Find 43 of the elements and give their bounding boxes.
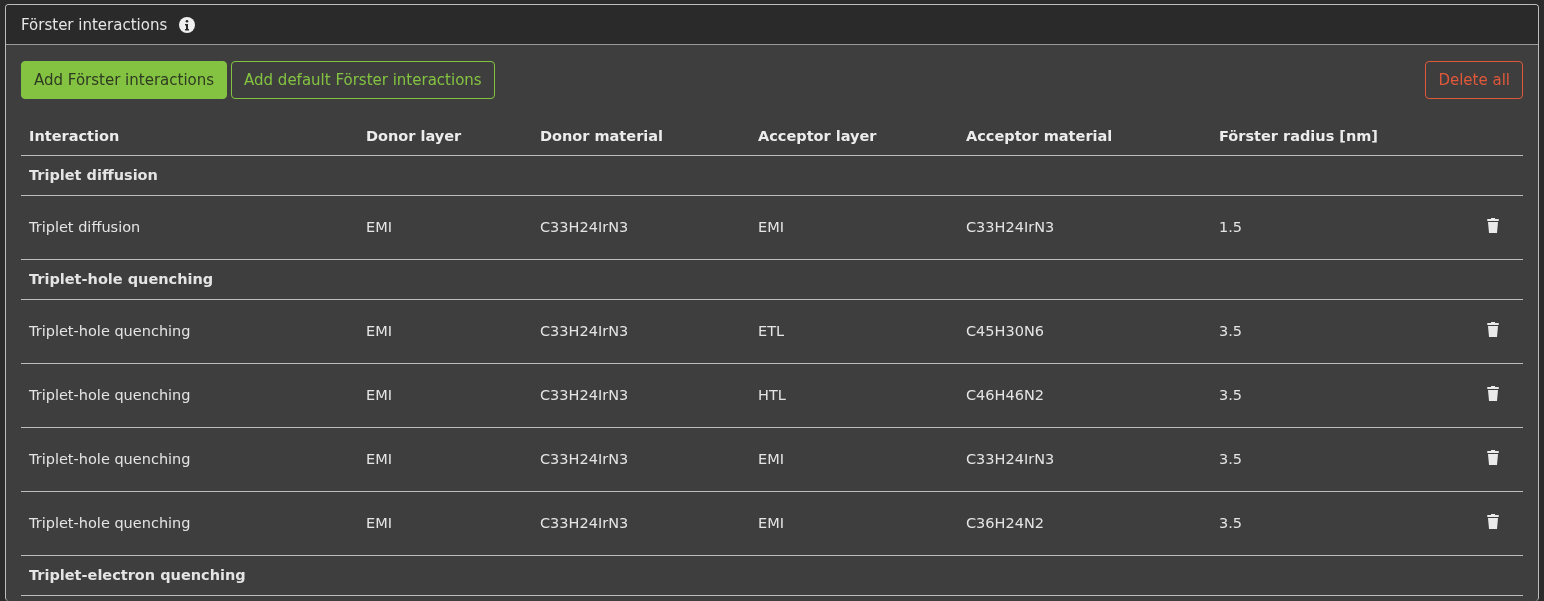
column-header: Interaction	[21, 117, 358, 155]
table-cell: Triplet diffusion	[29, 219, 141, 235]
column-header: Acceptor material	[958, 117, 1211, 155]
add-button[interactable]: Add Förster interactions	[21, 61, 228, 99]
panel-title: Förster interactions	[21, 15, 168, 34]
delete-all-button[interactable]: Delete all	[1425, 61, 1523, 99]
table-cell: EMI	[366, 515, 392, 531]
group-label: Triplet-electron quenching	[29, 567, 246, 583]
table-cell: C36H24N2	[966, 515, 1044, 531]
table-cell: C33H24IrN3	[540, 515, 629, 531]
table-cell: C33H24IrN3	[540, 387, 629, 403]
column-header: Donor material	[532, 117, 750, 155]
table-cell: EMI	[366, 387, 392, 403]
column-header: Acceptor layer	[750, 117, 958, 155]
table-cell: C33H24IrN3	[966, 451, 1055, 467]
table-cell: C33H24IrN3	[540, 451, 629, 467]
table-cell: Triplet-hole quenching	[29, 451, 191, 467]
add-default-button[interactable]: Add default Förster interactions	[231, 61, 495, 99]
table-cell: 1.5	[1219, 219, 1243, 235]
group-label: Triplet-hole quenching	[29, 271, 214, 287]
group-label: Triplet diffusion	[29, 167, 158, 183]
table-cell: EMI	[366, 451, 392, 467]
table-cell: Triplet-hole quenching	[29, 387, 191, 403]
table-cell: EMI	[758, 219, 784, 235]
table-cell: C46H46N2	[966, 387, 1044, 403]
table-cell: C45H30N6	[966, 323, 1044, 339]
table-cell: ETL	[758, 323, 785, 339]
table-cell: 3.5	[1219, 451, 1243, 467]
table-cell: C33H24IrN3	[966, 219, 1055, 235]
table-cell: C33H24IrN3	[540, 219, 629, 235]
table-cell: 3.5	[1219, 387, 1243, 403]
table-cell: Triplet-hole quenching	[29, 515, 191, 531]
table-cell: EMI	[758, 451, 784, 467]
table-cell: HTL	[758, 387, 786, 403]
table-cell: EMI	[366, 219, 392, 235]
table-cell: Triplet-hole quenching	[29, 323, 191, 339]
table-cell: 3.5	[1219, 515, 1243, 531]
table-cell: C33H24IrN3	[540, 323, 629, 339]
table-cell: 3.5	[1219, 323, 1243, 339]
column-header: Förster radius [nm]	[1211, 117, 1463, 155]
column-header: Donor layer	[358, 117, 532, 155]
table-cell: EMI	[366, 323, 392, 339]
table-cell: EMI	[758, 515, 784, 531]
